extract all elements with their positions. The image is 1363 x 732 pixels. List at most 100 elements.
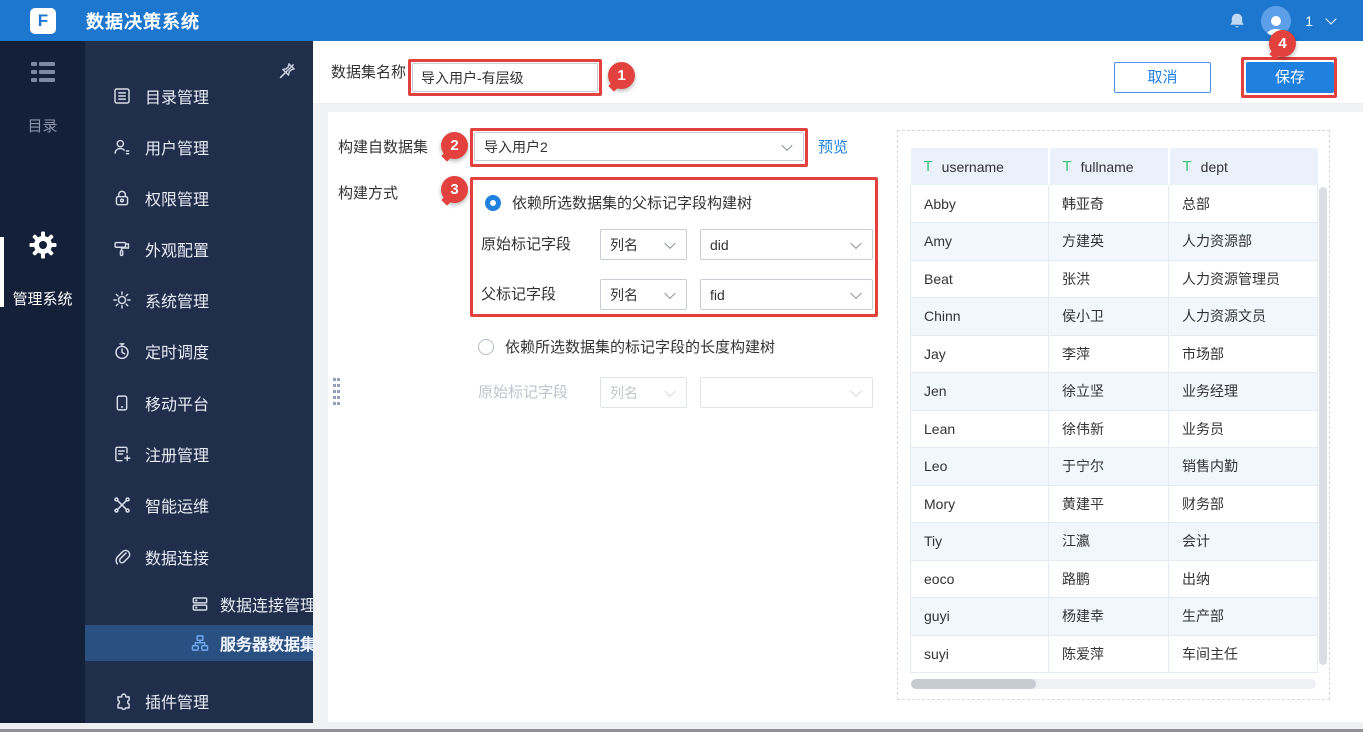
menu-list-icon <box>28 57 58 87</box>
sidebar-item-mobile-platform[interactable]: 移动平台 <box>85 385 313 421</box>
orig-field-select[interactable]: did <box>700 229 873 260</box>
left-rail: 目录 管理系统 <box>0 41 85 728</box>
annotation-box-build-mode: 依赖所选数据集的父标记字段构建树 原始标记字段 列名 did 父标记字段 列名 <box>470 177 878 317</box>
paint-roller-icon <box>112 239 132 259</box>
dataset-header-bar: 数据集名称 取消 保存 <box>313 41 1363 104</box>
table-row: Mory 黄建平 财务部 <box>910 485 1318 523</box>
sidebar-item-intelligent-ops[interactable]: 智能运维 <box>85 487 313 523</box>
sidebar-item-register-manage[interactable]: 注册管理 <box>85 436 313 472</box>
mobile-icon <box>112 393 132 413</box>
bell-icon[interactable] <box>1227 11 1247 31</box>
sidebar-item-plugin-manage[interactable]: 插件管理 <box>85 683 313 719</box>
table-row: Abby 韩亚奇 总部 <box>910 185 1318 223</box>
table-row: Tiy 江瀛 会计 <box>910 522 1318 561</box>
sidebar-item-label: 数据连接 <box>145 551 210 568</box>
sidebar-item-user-manage[interactable]: 用户管理 <box>85 129 313 165</box>
text-type-icon: T <box>923 158 933 175</box>
dataset-name-input[interactable] <box>412 63 598 92</box>
sidebar-item-system-manage[interactable]: 系统管理 <box>85 282 313 318</box>
data-preview-panel: T username T fullname T dept Abby 韩亚奇总部 … <box>897 130 1330 700</box>
rail-item-admin[interactable]: 管理系统 <box>0 230 85 309</box>
table-row: eoco 路鹏 出纳 <box>910 560 1318 598</box>
sidebar-item-label: 目录管理 <box>145 90 210 107</box>
table-cell: 出纳 <box>1168 560 1318 598</box>
app-logo-letter: F <box>37 10 49 30</box>
option-length-field[interactable]: 依赖所选数据集的标记字段的长度构建树 <box>478 336 775 357</box>
table-cell: eoco <box>910 560 1049 598</box>
table-cell: 徐立坚 <box>1048 372 1169 411</box>
sidebar-item-permission-manage[interactable]: 权限管理 <box>85 180 313 216</box>
column-header-fullname[interactable]: T fullname <box>1047 148 1169 185</box>
build-mode-label: 构建方式 <box>338 185 399 202</box>
option-parent-field[interactable]: 依赖所选数据集的父标记字段构建树 <box>485 192 752 213</box>
table-cell: 业务经理 <box>1168 372 1318 411</box>
table-cell: guyi <box>910 597 1049 636</box>
table-cell: 人力资源部 <box>1168 222 1318 261</box>
orig-col-type-value: 列名 <box>610 236 638 253</box>
radio-selected-icon[interactable] <box>485 194 501 211</box>
sidebar-item-appearance-config[interactable]: 外观配置 <box>85 231 313 267</box>
sidebar-item-label: 系统管理 <box>145 294 210 311</box>
parent-field-value: fid <box>710 286 725 303</box>
table-cell: 黄建平 <box>1048 485 1169 523</box>
preview-link[interactable]: 预览 <box>818 128 848 167</box>
sidebar-item-schedule[interactable]: 定时调度 <box>85 333 313 369</box>
table-row: Beat 张洪 人力资源管理员 <box>910 260 1318 298</box>
sidebar-item-label: 服务器数据集 <box>220 637 317 654</box>
table-cell: 总部 <box>1168 185 1318 223</box>
cancel-button[interactable]: 取消 <box>1114 62 1211 93</box>
save-button[interactable]: 保存 <box>1246 62 1334 93</box>
scrollbar-thumb[interactable] <box>911 679 1036 689</box>
rail-item-label: 目录 <box>27 118 58 135</box>
sidebar-item-server-dataset[interactable]: 服务器数据集 <box>85 625 317 661</box>
sidebar-item-catalog-manage[interactable]: 目录管理 <box>85 78 313 114</box>
table-cell: Jen <box>910 372 1049 411</box>
column-header-label: fullname <box>1080 158 1134 175</box>
table-row: Amy 方建英 人力资源部 <box>910 222 1318 261</box>
lock-icon <box>112 188 132 208</box>
table-cell: 人力资源管理员 <box>1168 260 1318 298</box>
orig-field-row: 原始标记字段 列名 did <box>481 229 873 260</box>
orig-col-type-select[interactable]: 列名 <box>600 229 687 260</box>
disabled-col-type-select: 列名 <box>600 377 687 408</box>
app-logo[interactable]: F <box>30 7 56 34</box>
dataset-form-panel: 构建自数据集 导入用户2 预览 构建方式 依赖所选数据集的父标记字段构建树 原始… <box>328 112 1363 722</box>
table-cell: 张洪 <box>1048 260 1169 298</box>
chevron-down-icon <box>781 139 793 151</box>
build-from-select[interactable]: 导入用户2 <box>474 132 804 161</box>
rail-item-label: 管理系统 <box>12 291 73 308</box>
server-dataset-icon <box>190 633 210 653</box>
column-header-dept[interactable]: T dept <box>1167 148 1318 185</box>
chevron-down-icon <box>850 385 862 397</box>
topbar: F 数据决策系统 1 <box>0 0 1363 41</box>
plugin-icon <box>112 691 132 711</box>
chevron-down-icon[interactable] <box>1325 12 1337 25</box>
parent-col-type-select[interactable]: 列名 <box>600 279 687 310</box>
app-title: 数据决策系统 <box>86 11 200 32</box>
user-icon <box>112 137 132 157</box>
build-from-label: 构建自数据集 <box>338 139 429 156</box>
annotation-marker-2: 2 <box>441 132 468 159</box>
sidebar-item-label: 外观配置 <box>145 243 210 260</box>
sidebar-item-data-connection-manage[interactable]: 数据连接管理 <box>85 586 316 622</box>
parent-field-select[interactable]: fid <box>700 279 873 310</box>
table-cell: 车间主任 <box>1168 635 1318 673</box>
radio-unselected-icon[interactable] <box>478 338 494 355</box>
rail-item-catalog[interactable]: 目录 <box>0 57 85 136</box>
sidebar-item-data-connection[interactable]: 数据连接 <box>85 539 313 575</box>
column-header-username[interactable]: T username <box>910 148 1049 185</box>
gear-icon <box>28 230 58 260</box>
table-cell: Amy <box>910 222 1049 261</box>
vertical-scrollbar[interactable] <box>1319 187 1327 665</box>
table-cell: Chinn <box>910 297 1049 336</box>
system-gear-icon <box>112 290 132 310</box>
disabled-orig-field-row: 原始标记字段 列名 <box>478 377 878 408</box>
parent-col-type-value: 列名 <box>610 286 638 303</box>
table-row: suyi 陈爱萍 车间主任 <box>910 635 1318 673</box>
table-cell: 江瀛 <box>1048 522 1169 561</box>
horizontal-scrollbar[interactable] <box>911 679 1316 689</box>
panel-drag-handle[interactable] <box>333 378 343 408</box>
timer-icon <box>112 341 132 361</box>
column-header-label: dept <box>1200 158 1228 175</box>
table-cell: Beat <box>910 260 1049 298</box>
